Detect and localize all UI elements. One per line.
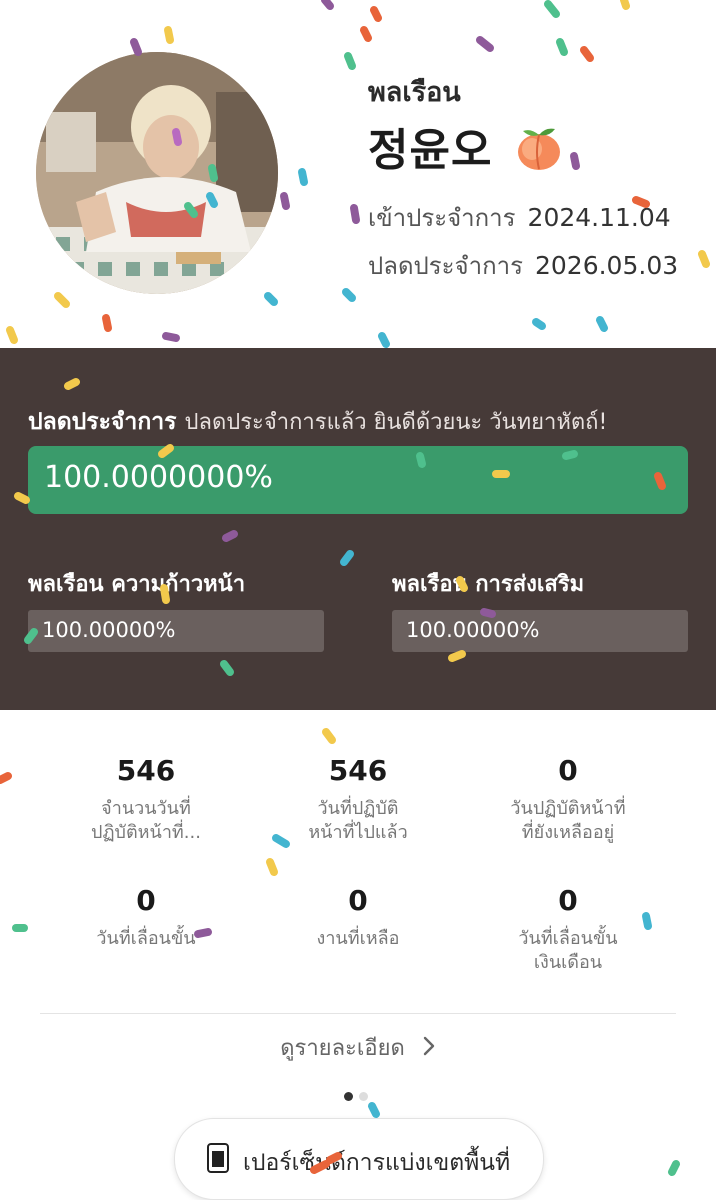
service-title: ปลดประจำการ bbox=[28, 409, 177, 435]
stat-value: 0 bbox=[136, 884, 156, 917]
chevron-right-icon bbox=[422, 1035, 436, 1063]
stat-label: จำนวนวันที่ ปฏิบัติหน้าที่... bbox=[91, 798, 201, 843]
stat-label: วันที่ปฏิบัติ หน้าที่ไปแล้ว bbox=[308, 798, 408, 843]
view-details-text: ดูรายละเอียด bbox=[280, 1036, 405, 1061]
area-percentage-button[interactable]: เปอร์เซ็นต์การแบ่งเขตพื้นที่ bbox=[174, 1118, 544, 1200]
stat-promotion-date: 0 วันที่เลื่อนขั้น bbox=[36, 884, 256, 951]
stat-days-remaining: 0 วันปฏิบัติหน้าที่ ที่ยังเหลืออยู่ bbox=[458, 754, 678, 845]
enlist-date-row: เข้าประจำการ 2024.11.04 bbox=[368, 198, 671, 237]
service-heading: ปลดประจำการ ปลดประจำการแล้ว ยินดีด้วยนะ ว… bbox=[28, 404, 607, 440]
civilian-progress-label: พลเรือน ความก้าวหน้า bbox=[28, 572, 246, 597]
service-progress-text: 100.0000000% bbox=[44, 460, 273, 495]
stat-value: 0 bbox=[558, 754, 578, 787]
service-message: ปลดประจำการแล้ว ยินดีด้วยนะ วันทยาหัตถ์! bbox=[184, 410, 608, 435]
civilian-progress-bar: 100.00000% bbox=[28, 610, 324, 652]
discharge-date-row: ปลดประจำการ 2026.05.03 bbox=[368, 246, 678, 285]
stat-value: 546 bbox=[328, 754, 388, 787]
stat-value: 546 bbox=[116, 754, 176, 787]
stat-label: วันที่เลื่อนขั้น bbox=[96, 928, 196, 949]
discharge-label: ปลดประจำการ bbox=[368, 252, 523, 280]
page-indicator[interactable] bbox=[344, 1086, 374, 1105]
user-name-text: 정윤오 bbox=[368, 125, 493, 176]
stat-days-served: 546 วันที่ปฏิบัติ หน้าที่ไปแล้ว bbox=[248, 754, 468, 845]
divider bbox=[40, 1013, 676, 1014]
page-dot[interactable] bbox=[359, 1092, 368, 1101]
civilian-promotion-bar: 100.00000% bbox=[392, 610, 688, 652]
view-details-link[interactable]: ดูรายละเอียด bbox=[0, 1030, 716, 1065]
stat-value: 0 bbox=[558, 884, 578, 917]
civilian-progress-text: 100.00000% bbox=[42, 618, 176, 642]
enlist-label: เข้าประจำการ bbox=[368, 204, 516, 232]
stat-label: งานที่เหลือ bbox=[316, 928, 400, 949]
service-progress-bar: 100.0000000% bbox=[28, 446, 688, 514]
stat-value: 0 bbox=[348, 884, 368, 917]
phone-icon bbox=[207, 1143, 229, 1177]
profile-header: พลเรือน 정윤오 เข้าประจำการ 2024.11.04 ปลดปร… bbox=[0, 0, 716, 348]
rank-label: พลเรือน bbox=[368, 77, 461, 108]
discharge-date: 2026.05.03 bbox=[534, 251, 679, 280]
peach-icon bbox=[515, 125, 563, 182]
stat-salary-promotion-date: 0 วันที่เลื่อนขั้น เงินเดือน bbox=[458, 884, 678, 975]
civilian-promotion-text: 100.00000% bbox=[406, 618, 540, 642]
service-panel: ปลดประจำการ ปลดประจำการแล้ว ยินดีด้วยนะ ว… bbox=[0, 348, 716, 710]
stat-total-service-days: 546 จำนวนวันที่ ปฏิบัติหน้าที่... bbox=[36, 754, 256, 845]
user-name: 정윤오 bbox=[368, 114, 563, 182]
stat-label: วันปฏิบัติหน้าที่ ที่ยังเหลืออยู่ bbox=[510, 798, 626, 843]
civilian-promotion-label: พลเรือน การส่งเสริม bbox=[392, 572, 585, 597]
stat-remaining-tasks: 0 งานที่เหลือ bbox=[248, 884, 468, 951]
enlist-date: 2024.11.04 bbox=[527, 203, 671, 232]
avatar[interactable] bbox=[36, 52, 278, 294]
stat-label: วันที่เลื่อนขั้น เงินเดือน bbox=[518, 928, 618, 973]
area-percentage-label: เปอร์เซ็นต์การแบ่งเขตพื้นที่ bbox=[243, 1150, 511, 1176]
avatar-photo bbox=[36, 52, 278, 294]
page-dot-active[interactable] bbox=[344, 1092, 353, 1101]
